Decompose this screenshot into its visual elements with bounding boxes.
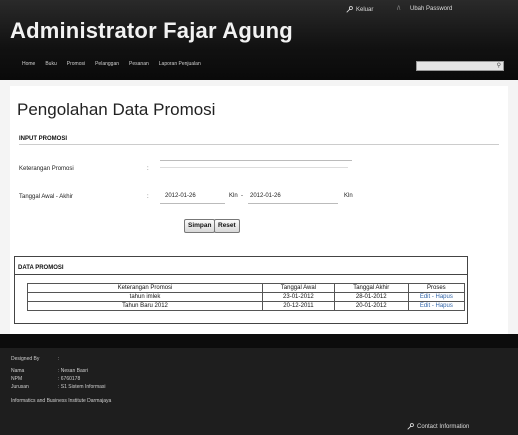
column-header: Tanggal Akhir xyxy=(333,283,409,293)
tanggal-colon: : xyxy=(147,194,149,200)
cell-tanggal-akhir: 28-01-2012 xyxy=(333,292,409,302)
key-icon xyxy=(407,423,414,430)
table-row: Tahun Baru 2012 20-12-2011 20-01-2012 Ed… xyxy=(26,301,466,311)
nav-item-promosi[interactable]: Promosi xyxy=(67,58,85,71)
search-input[interactable]: ⚲ xyxy=(416,61,504,71)
cell-keterangan: tahun imlek xyxy=(26,292,264,302)
nav-item-pelanggan[interactable]: Pelanggan xyxy=(95,58,119,71)
header-separator: /\ xyxy=(397,6,401,12)
column-header: Proses xyxy=(407,283,466,293)
npm-label: NPM xyxy=(11,376,23,382)
jurusan-value: : S1 Sistem Informasi xyxy=(58,384,106,390)
start-calendar-link[interactable]: Kln xyxy=(229,193,238,199)
data-promosi-panel: DATA PROMOSI Keterangan Promosi Tanggal … xyxy=(14,256,468,324)
keterangan-underline xyxy=(160,167,348,168)
change-password-link[interactable]: Ubah Password xyxy=(410,6,452,12)
change-password-label: Ubah Password xyxy=(410,6,453,12)
nama-label: Nama xyxy=(11,368,25,374)
simpan-button[interactable]: Simpan xyxy=(184,219,216,233)
nav-item-pesanan[interactable]: Pesanan xyxy=(129,58,149,71)
jurusan-label: Jurusan xyxy=(11,384,29,390)
main-content: Pengolahan Data Promosi INPUT PROMOSI Ke… xyxy=(10,86,508,334)
date-range-dash: - xyxy=(241,193,243,199)
table-header-row: Keterangan Promosi Tanggal Awal Tanggal … xyxy=(26,283,466,293)
contact-label: Contact Information xyxy=(417,423,470,430)
cell-tanggal-akhir: 20-01-2012 xyxy=(333,301,409,311)
data-promosi-title: DATA PROMOSI xyxy=(18,265,64,271)
start-date-underline xyxy=(160,203,225,204)
footer: Designed By : Nama : Nesan Basri NPM : 6… xyxy=(0,348,518,435)
tanggal-label: Tanggal Awal - Akhir xyxy=(19,194,73,200)
app-title: Administrator Fajar Agung xyxy=(10,18,293,43)
section-divider xyxy=(19,144,499,145)
column-header: Tanggal Awal xyxy=(262,283,335,293)
logout-link[interactable]: Keluar xyxy=(346,6,373,13)
designed-by-label: Designed By xyxy=(11,356,40,362)
panel-divider xyxy=(15,274,467,275)
designed-by-colon: : xyxy=(58,356,60,362)
nav-item-home[interactable]: Home xyxy=(22,58,35,71)
end-date-underline xyxy=(248,203,338,204)
table-row: tahun imlek 23-01-2012 28-01-2012 Edit -… xyxy=(26,292,466,302)
page-title: Pengolahan Data Promosi xyxy=(17,100,216,119)
nama-value: : Nesan Basri xyxy=(58,368,89,374)
end-date-field[interactable]: 2012-01-26 xyxy=(250,193,281,199)
edit-hapus-link[interactable]: Edit - Hapus xyxy=(407,292,466,302)
header: Keluar /\ Ubah Password Administrator Fa… xyxy=(0,0,518,80)
page: Keluar /\ Ubah Password Administrator Fa… xyxy=(0,0,518,435)
cell-keterangan: Tahun Baru 2012 xyxy=(26,301,264,311)
nav-item-buku[interactable]: Buku xyxy=(45,58,56,71)
keterangan-input[interactable] xyxy=(160,150,352,161)
end-calendar-link[interactable]: Kln xyxy=(344,193,353,199)
input-section-title: INPUT PROMOSI xyxy=(19,136,68,142)
contact-information-link[interactable]: Contact Information xyxy=(407,423,469,430)
reset-button[interactable]: Reset xyxy=(214,219,240,233)
nav-bar: Home Buku Promosi Pelanggan Pesanan Lapo… xyxy=(10,58,508,71)
search-icon: ⚲ xyxy=(496,63,501,69)
column-header: Keterangan Promosi xyxy=(26,283,264,293)
main-menu: Home Buku Promosi Pelanggan Pesanan Lapo… xyxy=(22,58,201,71)
edit-hapus-link[interactable]: Edit - Hapus xyxy=(407,301,466,311)
keterangan-label: Keterangan Promosi xyxy=(19,166,74,172)
start-date-field[interactable]: 2012-01-26 xyxy=(165,193,196,199)
npm-value: : 6760178 xyxy=(58,376,81,382)
cell-tanggal-awal: 20-12-2011 xyxy=(262,301,335,311)
promosi-table: Keterangan Promosi Tanggal Awal Tanggal … xyxy=(26,283,466,311)
key-icon xyxy=(346,6,353,13)
keterangan-colon: : xyxy=(147,166,149,172)
logout-label: Keluar xyxy=(356,6,374,13)
institution-text: Informatics and Business Institute Darma… xyxy=(11,398,112,404)
footer-separator xyxy=(0,334,518,348)
nav-item-laporan-penjualan[interactable]: Laporan Penjualan xyxy=(159,58,201,71)
cell-tanggal-awal: 23-01-2012 xyxy=(262,292,335,302)
